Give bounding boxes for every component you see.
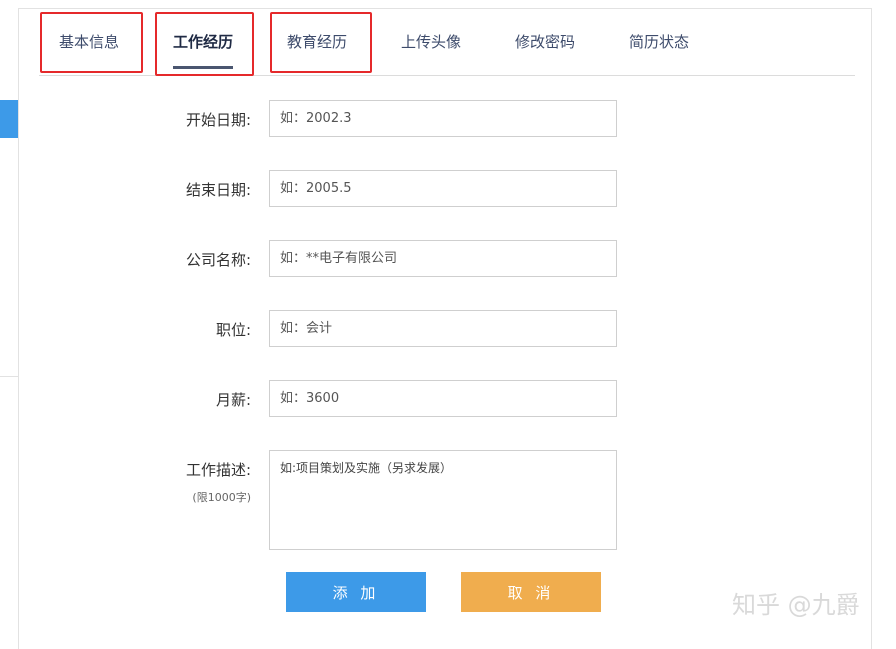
salary-label: 月薪: xyxy=(215,391,251,409)
salary-input[interactable] xyxy=(269,380,617,417)
tab-resume-status[interactable]: 简历状态 xyxy=(629,19,689,65)
job-description-label: 工作描述: xyxy=(185,461,251,479)
job-description-limit-hint: (限1000字) xyxy=(192,491,251,504)
watermark: 知乎 @九爵 xyxy=(732,591,860,619)
position-input[interactable] xyxy=(269,310,617,347)
end-date-input[interactable] xyxy=(269,170,617,207)
position-label: 职位: xyxy=(215,321,251,339)
left-sidebar-active-indicator xyxy=(0,100,18,138)
tab-basic-info[interactable]: 基本信息 xyxy=(59,19,119,65)
tab-upload-avatar[interactable]: 上传头像 xyxy=(401,19,461,65)
company-name-label: 公司名称: xyxy=(185,251,251,269)
tab-work-experience[interactable]: 工作经历 xyxy=(173,19,234,69)
start-date-label: 开始日期: xyxy=(185,111,251,129)
end-date-label: 结束日期: xyxy=(185,181,251,199)
tab-education[interactable]: 教育经历 xyxy=(287,19,347,65)
left-sidebar-edge xyxy=(0,0,18,641)
start-date-input[interactable] xyxy=(269,100,617,137)
resume-edit-panel: 基本信息 工作经历 教育经历 上传头像 修改密码 简历状态 开始日期: 结束日期… xyxy=(18,8,872,649)
left-sidebar-divider xyxy=(0,376,18,377)
cancel-button[interactable]: 取 消 xyxy=(461,572,601,612)
tab-bar: 基本信息 工作经历 教育经历 上传头像 修改密码 简历状态 xyxy=(39,19,855,76)
company-name-input[interactable] xyxy=(269,240,617,277)
tab-change-password[interactable]: 修改密码 xyxy=(515,19,575,65)
job-description-textarea[interactable] xyxy=(269,450,617,550)
add-button[interactable]: 添 加 xyxy=(286,572,426,612)
